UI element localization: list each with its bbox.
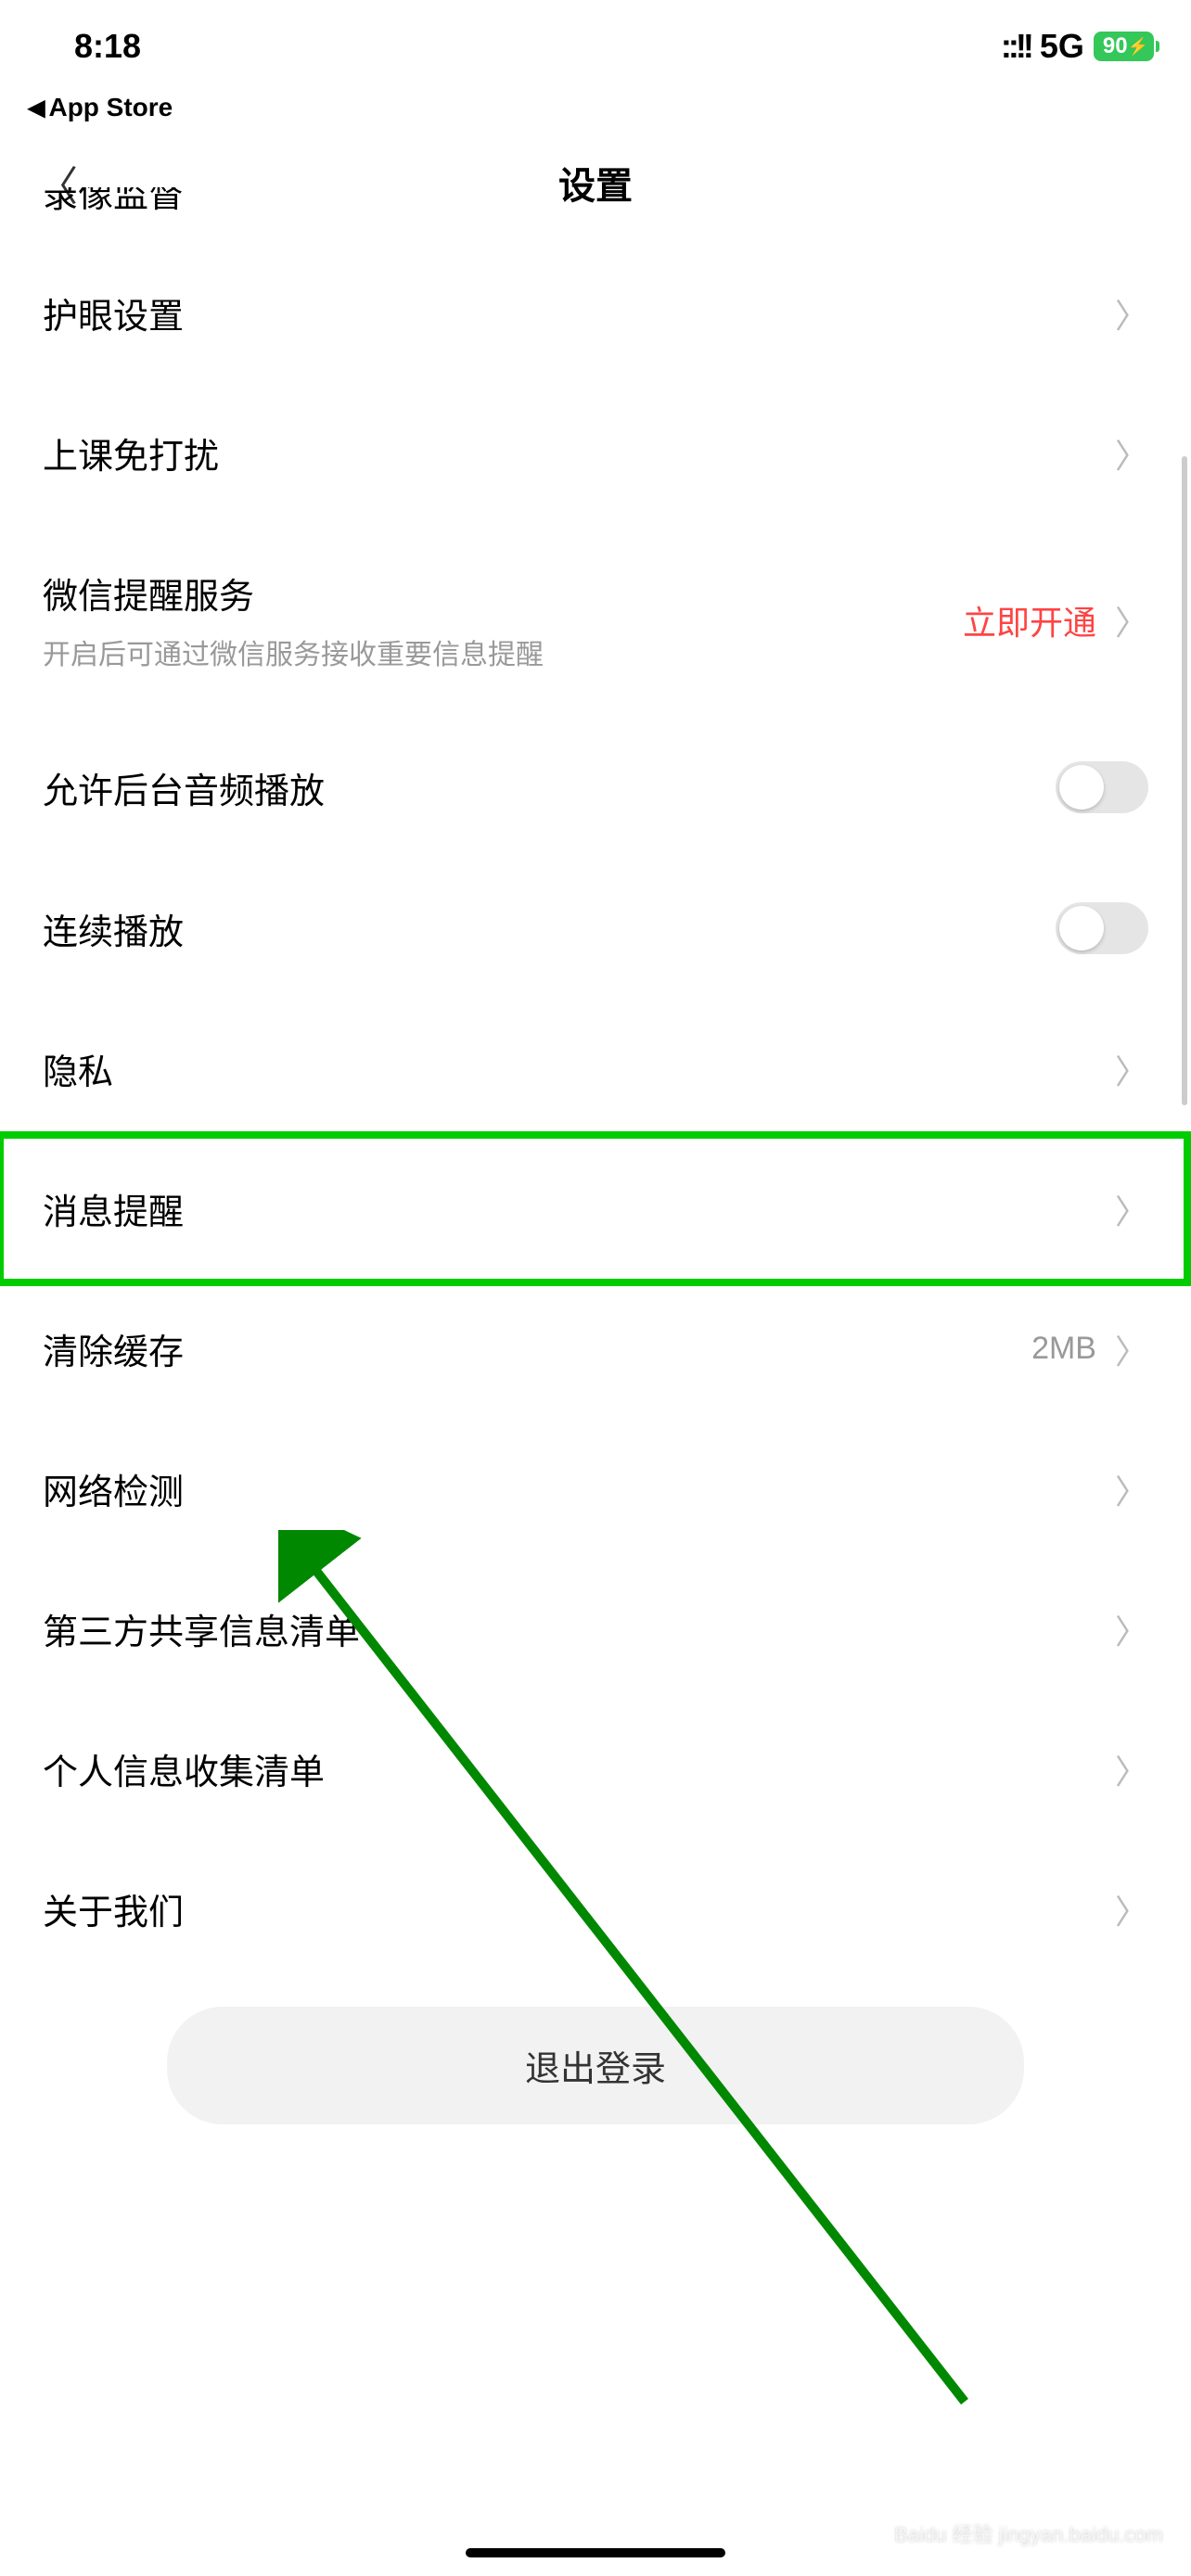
chevron-right-icon: 〉 bbox=[1115, 1325, 1148, 1373]
chevron-right-icon: 〉 bbox=[1115, 429, 1148, 478]
watermark: Baidu 经验 jingyan.baidu.com bbox=[894, 2519, 1163, 2548]
back-to-app-link[interactable]: ◀ App Store bbox=[0, 93, 1191, 141]
signal-icon: ::!! bbox=[1001, 27, 1031, 66]
setting-row-network-check[interactable]: 网络检测 〉 bbox=[0, 1419, 1191, 1559]
setting-label: 第三方共享信息清单 bbox=[43, 1603, 360, 1654]
chevron-right-icon: 〉 bbox=[1115, 1605, 1148, 1653]
chevron-right-icon: 〉 bbox=[1115, 1185, 1148, 1233]
setting-row-third-party-share[interactable]: 第三方共享信息清单 〉 bbox=[0, 1559, 1191, 1699]
setting-label: 连续播放 bbox=[43, 903, 184, 954]
settings-list: 录像监督 护眼设置 〉 上课免打扰 〉 微信提醒服务 开启后可通过微信服务接收重… bbox=[0, 187, 1191, 2124]
setting-row-clear-cache[interactable]: 清除缓存 2MB 〉 bbox=[0, 1279, 1191, 1419]
setting-sublabel: 开启后可通过微信服务接收重要信息提醒 bbox=[43, 631, 544, 672]
setting-label: 上课免打扰 bbox=[43, 427, 219, 478]
toggle-switch[interactable] bbox=[1056, 902, 1148, 954]
status-right: ::!! 5G 90 ⚡ bbox=[1001, 27, 1154, 66]
back-arrow-icon: ◀ bbox=[28, 95, 45, 121]
setting-row-privacy[interactable]: 隐私 〉 bbox=[0, 999, 1191, 1139]
battery-level: 90 bbox=[1103, 33, 1128, 59]
setting-row-personal-info-collect[interactable]: 个人信息收集清单 〉 bbox=[0, 1699, 1191, 1839]
chevron-right-icon: 〉 bbox=[1115, 1885, 1148, 1933]
setting-row-message-reminder[interactable]: 消息提醒 〉 bbox=[0, 1139, 1191, 1279]
setting-label: 护眼设置 bbox=[43, 287, 184, 338]
setting-row-continuous-play: 连续播放 bbox=[0, 858, 1191, 999]
setting-row-wechat-reminder[interactable]: 微信提醒服务 开启后可通过微信服务接收重要信息提醒 立即开通 〉 bbox=[0, 523, 1191, 717]
chevron-right-icon: 〉 bbox=[1115, 1465, 1148, 1513]
setting-label: 微信提醒服务 bbox=[43, 567, 544, 618]
setting-label: 清除缓存 bbox=[43, 1323, 184, 1374]
battery-indicator: 90 ⚡ bbox=[1094, 32, 1154, 61]
setting-row-eye-protection[interactable]: 护眼设置 〉 bbox=[0, 243, 1191, 383]
scrollbar[interactable] bbox=[1182, 456, 1187, 1105]
chevron-right-icon: 〉 bbox=[1115, 1745, 1148, 1793]
setting-label: 允许后台音频播放 bbox=[43, 762, 325, 813]
setting-label: 网络检测 bbox=[43, 1463, 184, 1514]
network-type: 5G bbox=[1040, 27, 1084, 66]
setting-row-background-audio: 允许后台音频播放 bbox=[0, 717, 1191, 858]
cache-size: 2MB bbox=[1031, 1331, 1096, 1367]
chevron-right-icon: 〉 bbox=[1115, 1045, 1148, 1093]
status-time: 8:18 bbox=[74, 27, 141, 66]
logout-button[interactable]: 退出登录 bbox=[167, 2007, 1024, 2124]
logout-label: 退出登录 bbox=[525, 2050, 666, 2089]
activate-action[interactable]: 立即开通 bbox=[963, 596, 1096, 644]
setting-label: 关于我们 bbox=[43, 1883, 184, 1934]
setting-label: 隐私 bbox=[43, 1043, 113, 1094]
setting-label: 消息提醒 bbox=[43, 1183, 184, 1234]
setting-row-do-not-disturb[interactable]: 上课免打扰 〉 bbox=[0, 383, 1191, 523]
setting-label: 个人信息收集清单 bbox=[43, 1743, 325, 1794]
charging-icon: ⚡ bbox=[1128, 37, 1148, 57]
home-indicator[interactable] bbox=[466, 2548, 725, 2557]
setting-row-partial[interactable]: 录像监督 bbox=[0, 187, 1191, 243]
toggle-switch[interactable] bbox=[1056, 761, 1148, 813]
back-app-label: App Store bbox=[48, 93, 173, 122]
setting-row-about-us[interactable]: 关于我们 〉 bbox=[0, 1839, 1191, 1979]
status-bar: 8:18 ::!! 5G 90 ⚡ bbox=[0, 0, 1191, 93]
chevron-right-icon: 〉 bbox=[1115, 596, 1148, 644]
chevron-right-icon: 〉 bbox=[1115, 289, 1148, 338]
setting-label: 录像监督 bbox=[0, 187, 184, 217]
